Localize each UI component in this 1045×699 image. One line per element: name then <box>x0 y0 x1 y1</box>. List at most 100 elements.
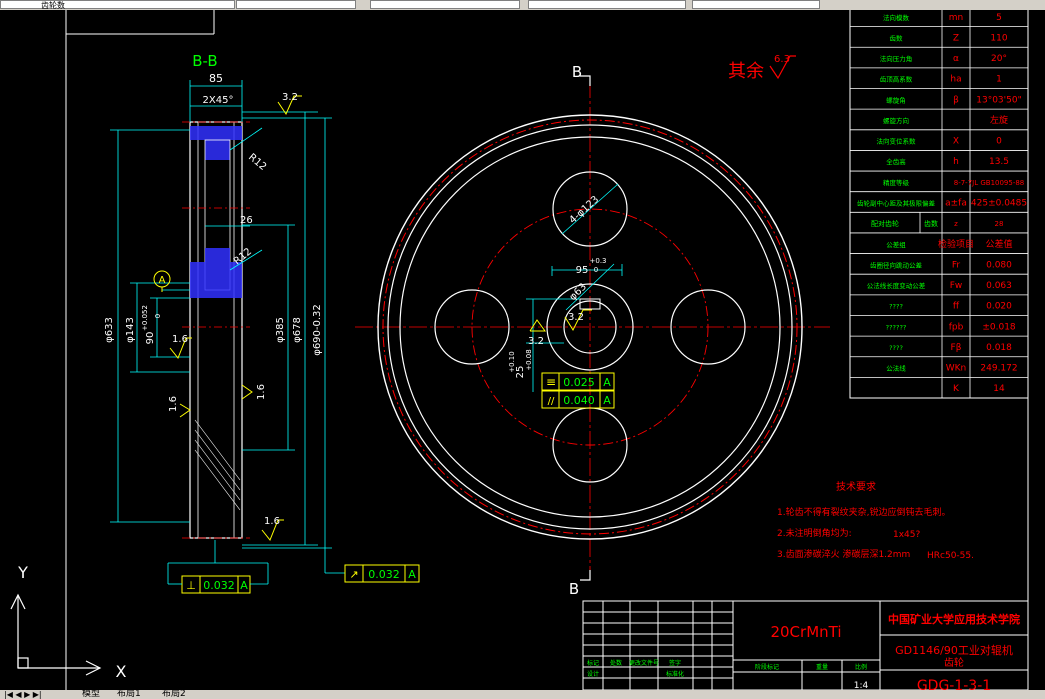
dim-r12-bottom: R12 <box>232 246 254 267</box>
svg-text:≡: ≡ <box>546 375 556 389</box>
tech-req-item3: 3.齿面渗碳淬火 渗碳层深1.2mm <box>777 548 910 560</box>
tol-frame-perp: ⊥ 0.032 A <box>167 562 269 594</box>
section-title: B-B <box>192 52 217 70</box>
svg-text:0.032: 0.032 <box>203 579 235 592</box>
rough-16c: 1.6 <box>168 396 179 412</box>
hdr-jieduan: 阶段标记 <box>755 663 779 671</box>
tech-req-title: 技术要求 <box>836 480 876 493</box>
param-cell: 齿数 <box>924 219 938 228</box>
param-name: 全齿高 <box>886 157 906 166</box>
param-name: 齿轮副中心距及其极限偏差 <box>857 199 936 208</box>
section-view: B-B 85 2X45° R12 26 R12 φ633 φ143 90 +0.… <box>104 52 420 594</box>
param-symbol: a±fa <box>945 199 967 209</box>
other-rough-value: 6.3 <box>774 54 790 65</box>
dim-25-tol-up: +0.10 <box>508 351 516 372</box>
param-cell: 28 <box>995 220 1004 228</box>
lineweight-dropdown[interactable] <box>370 0 520 9</box>
rough-32b: 3.2 <box>528 336 544 347</box>
label-b-top: B <box>572 63 582 81</box>
param-name: 螺旋角 <box>886 95 906 104</box>
hdr-biaoji: 标记 <box>587 659 599 667</box>
drawing-canvas[interactable]: B-B 85 2X45° R12 26 R12 φ633 φ143 90 +0.… <box>0 10 1045 690</box>
dim-25-tol-dn: +0.08 <box>525 349 533 370</box>
param-value: 1 <box>996 75 1002 85</box>
datum-label: A <box>159 275 166 286</box>
layer-dropdown[interactable]: 齿轮数 <box>0 0 235 10</box>
material: 20CrMnTi <box>770 623 841 641</box>
rough-16d: 1.6 <box>264 516 280 527</box>
color-dropdown[interactable] <box>692 0 820 9</box>
param-value: 5 <box>996 13 1002 23</box>
param-value: 0 <box>996 137 1002 147</box>
dim-chamfer: 2X45° <box>203 95 234 106</box>
param-value: 0.080 <box>986 260 1012 270</box>
tab-model[interactable]: 模型 <box>82 690 100 699</box>
dim-690: φ690-0.32 <box>312 304 323 356</box>
param-value: 0.063 <box>986 281 1012 291</box>
param-name: 法向变位系数 <box>877 137 917 146</box>
svg-text:↗: ↗ <box>349 568 358 581</box>
ucs-y-label: Y <box>17 563 28 582</box>
param-symbol: Z <box>953 33 959 43</box>
rough-top: 3.2 <box>282 92 298 103</box>
svg-text:A: A <box>603 394 611 407</box>
label-b-bottom: B <box>569 580 579 598</box>
dim-143: φ143 <box>125 317 136 343</box>
layout-tabs-bar: |◀ ◀ ▶ ▶| 模型 布局1 布局2 <box>0 690 1045 699</box>
tech-req-item2-val: 1x45? <box>893 530 921 540</box>
tech-req-item3-val: HRc50-55. <box>927 551 974 561</box>
dim-90-tol: +0.052 <box>141 305 149 331</box>
tech-req-item2: 2.未注明倒角均为: <box>777 527 852 539</box>
param-symbol: ff <box>953 302 960 312</box>
project-name: GD1146/90工业对辊机 <box>895 643 1013 657</box>
nav-arrows[interactable]: |◀ ◀ ▶ ▶| <box>4 690 42 699</box>
tol-frame-symmetry: ≡ 0.025 A <box>541 372 615 391</box>
dim-keyway-tol-up: +0.3 <box>590 257 607 265</box>
tab-layout1[interactable]: 布局1 <box>117 690 141 699</box>
param-name: 齿圈径向跳动公差 <box>870 260 923 269</box>
dim-633: φ633 <box>104 317 115 343</box>
rough-32a: 3.2 <box>568 312 584 323</box>
param-symbol: K <box>953 384 960 394</box>
param-name: 公法线长度变动公差 <box>867 281 926 290</box>
param-symbol: mn <box>949 13 963 23</box>
svg-text:0.040: 0.040 <box>563 394 595 407</box>
param-value: 8-7-7JL GB10095-88 <box>954 179 1025 187</box>
toolbar: 齿轮数 <box>0 0 1045 10</box>
dim-keyway: 95 <box>576 265 589 276</box>
tech-req-item1: 1.轮齿不得有裂纹夹杂,锐边应倒钝去毛刺。 <box>777 506 950 518</box>
param-value: 20° <box>991 54 1007 64</box>
param-name: 公差组 <box>886 240 906 249</box>
svg-text:A: A <box>240 579 248 592</box>
hdr-gengai: 更改文件号 <box>629 659 659 667</box>
tab-layout2[interactable]: 布局2 <box>162 690 186 699</box>
param-value: ±0.018 <box>982 322 1016 332</box>
param-symbol: WKn <box>946 364 967 374</box>
param-symbol: fpb <box>949 322 964 332</box>
param-symbol: α <box>953 54 959 64</box>
hdr-zhongliang: 重量 <box>816 663 828 671</box>
param-name: 齿顶高系数 <box>880 75 913 84</box>
param-value: 0.018 <box>986 343 1012 353</box>
dim-keyway-tol-dn: 0 <box>594 266 598 274</box>
linetype-dropdown[interactable] <box>236 0 356 9</box>
param-symbol: Fβ <box>951 343 962 353</box>
hdr-qianzi: 签字 <box>669 659 681 667</box>
school-name: 中国矿业大学应用技术学院 <box>888 612 1020 626</box>
param-symbol: β <box>953 95 959 105</box>
svg-text:A: A <box>408 568 416 581</box>
dim-385: φ385 <box>275 317 286 343</box>
param-value: 425±0.0485 <box>971 199 1027 209</box>
hdr-sheji: 设计 <box>587 670 599 678</box>
hdr-chushu: 处数 <box>610 659 622 667</box>
param-name: ???? <box>889 303 903 311</box>
dim-26: 26 <box>240 215 253 226</box>
plotstyle-dropdown[interactable] <box>528 0 686 9</box>
front-view: B B 其余 6.3 4-φ123 95 +0.3 0 φ63 25 +0.10… <box>355 54 830 598</box>
tol-frame-parallel: // 0.040 A <box>541 390 615 409</box>
param-value: 左旋 <box>990 114 1008 126</box>
param-symbol: X <box>953 137 959 147</box>
tol-frame-runout: ↗ 0.032 A <box>344 564 420 583</box>
dim-90: 90 <box>145 332 156 345</box>
dim-90-tol2: 0 <box>154 314 162 318</box>
